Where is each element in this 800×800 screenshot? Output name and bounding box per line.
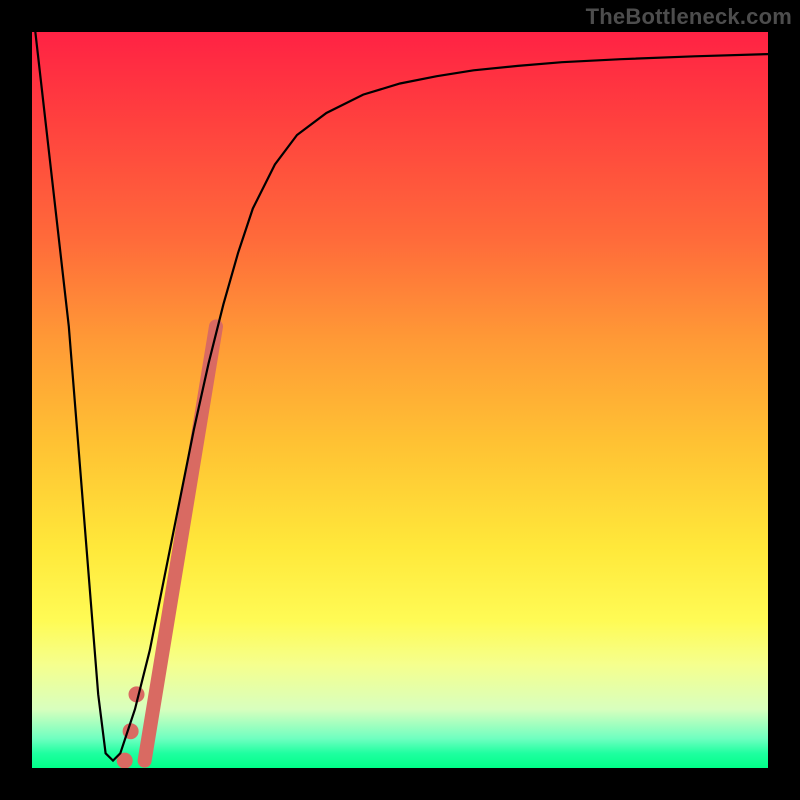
bottleneck-curve [32,32,768,761]
chart-frame: TheBottleneck.com [0,0,800,800]
chart-svg [32,32,768,768]
plot-area [32,32,768,768]
watermark-text: TheBottleneck.com [586,4,792,30]
highlight-segment [145,326,216,760]
